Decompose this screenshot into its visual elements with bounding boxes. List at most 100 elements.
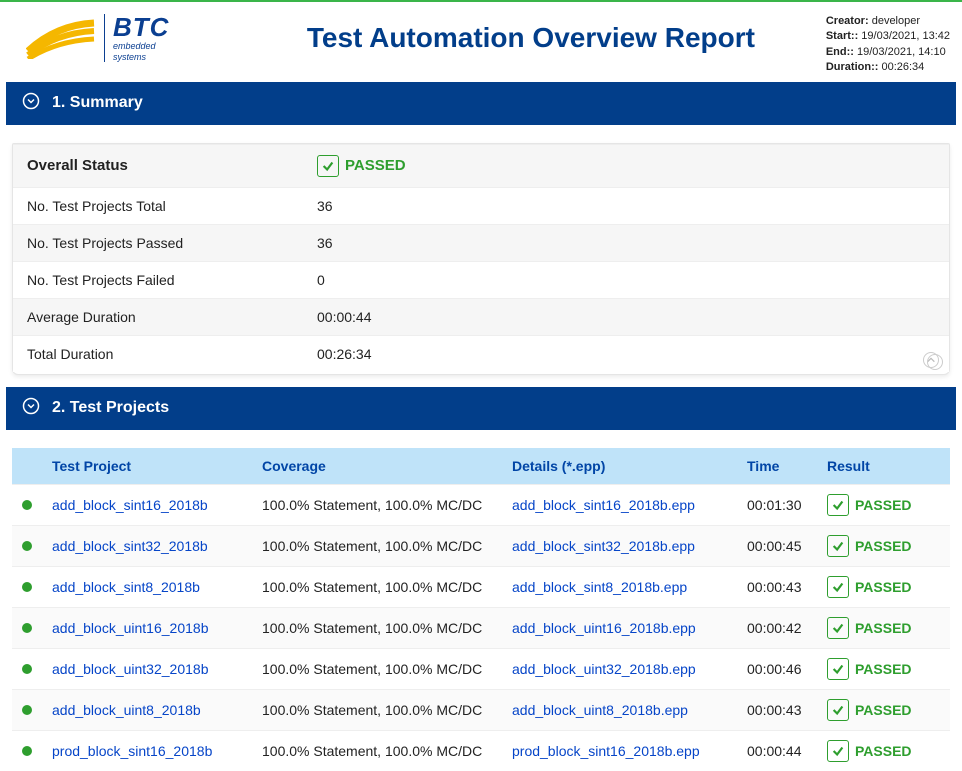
result-badge: PASSED: [827, 699, 912, 721]
result-badge: PASSED: [827, 658, 912, 680]
project-name-link[interactable]: add_block_sint16_2018b: [52, 497, 208, 513]
details-link[interactable]: add_block_uint8_2018b.epp: [512, 702, 688, 718]
col-header-details: Details (*.epp): [512, 458, 747, 474]
coverage-cell: 100.0% Statement, 100.0% MC/DC: [262, 702, 512, 718]
status-dot-icon: [22, 541, 32, 551]
summary-row: Average Duration00:00:44: [13, 298, 949, 335]
logo-swoosh-icon: [26, 17, 96, 59]
summary-label: No. Test Projects Total: [13, 187, 303, 224]
details-link[interactable]: add_block_uint32_2018b.epp: [512, 661, 696, 677]
project-name-link[interactable]: add_block_sint32_2018b: [52, 538, 208, 554]
meta-duration-label: Duration::: [826, 61, 879, 73]
meta-end-value: 19/03/2021, 14:10: [857, 46, 946, 58]
logo-text: BTC embedded systems: [104, 14, 169, 62]
section-header-projects[interactable]: 2. Test Projects: [6, 387, 956, 430]
details-link[interactable]: add_block_uint16_2018b.epp: [512, 620, 696, 636]
time-cell: 00:00:43: [747, 579, 827, 595]
summary-label: Average Duration: [13, 298, 303, 335]
check-icon: [827, 658, 849, 680]
result-badge: PASSED: [827, 740, 912, 762]
summary-value: 0: [303, 261, 949, 298]
projects-table-header: Test Project Coverage Details (*.epp) Ti…: [12, 448, 950, 484]
time-cell: 00:00:45: [747, 538, 827, 554]
summary-label: Total Duration: [13, 335, 303, 372]
table-row: add_block_uint16_2018b 100.0% Statement, …: [12, 607, 950, 648]
status-dot-icon: [22, 705, 32, 715]
project-name-link[interactable]: prod_block_sint16_2018b: [52, 743, 212, 759]
project-name-link[interactable]: add_block_uint8_2018b: [52, 702, 201, 718]
col-header-result: Result: [827, 458, 940, 474]
summary-label: No. Test Projects Passed: [13, 224, 303, 261]
top-bar: BTC embedded systems Test Automation Ove…: [0, 0, 962, 80]
logo-sub1: embedded: [113, 42, 169, 51]
project-name-link[interactable]: add_block_sint8_2018b: [52, 579, 200, 595]
coverage-cell: 100.0% Statement, 100.0% MC/DC: [262, 743, 512, 759]
summary-row: Overall StatusPASSED: [13, 144, 949, 187]
logo-main-text: BTC: [113, 14, 169, 40]
time-cell: 00:00:42: [747, 620, 827, 636]
coverage-cell: 100.0% Statement, 100.0% MC/DC: [262, 497, 512, 513]
check-icon: [827, 535, 849, 557]
table-row: add_block_sint32_2018b100.0% Statement, …: [12, 525, 950, 566]
status-dot-icon: [22, 623, 32, 633]
summary-value: 00:00:44: [303, 298, 949, 335]
logo-sub2: systems: [113, 53, 169, 62]
result-badge: PASSED: [827, 576, 912, 598]
time-cell: 00:00:44: [747, 743, 827, 759]
table-row: add_block_sint16_2018b 100.0% Statement, …: [12, 484, 950, 525]
summary-value: PASSED: [303, 144, 949, 187]
summary-table: Overall StatusPASSEDNo. Test Projects To…: [13, 144, 949, 372]
meta-creator-label: Creator:: [826, 15, 869, 27]
time-cell: 00:01:30: [747, 497, 827, 513]
page-title: Test Automation Overview Report: [236, 10, 826, 54]
coverage-cell: 100.0% Statement, 100.0% MC/DC: [262, 620, 512, 636]
table-row: prod_block_sint16_2018b 100.0% Statement,…: [12, 730, 950, 771]
time-cell: 00:00:43: [747, 702, 827, 718]
details-link[interactable]: prod_block_sint16_2018b.epp: [512, 743, 700, 759]
details-link[interactable]: add_block_sint8_2018b.epp: [512, 579, 687, 595]
summary-row: No. Test Projects Passed36: [13, 224, 949, 261]
meta-end-label: End::: [826, 46, 854, 58]
col-header-coverage: Coverage: [262, 458, 512, 474]
status-dot-icon: [22, 500, 32, 510]
result-badge: PASSED: [827, 494, 912, 516]
summary-row: Total Duration00:26:34: [13, 335, 949, 372]
summary-row: No. Test Projects Failed0: [13, 261, 949, 298]
table-row: add_block_uint8_2018b 100.0% Statement, 1…: [12, 689, 950, 730]
check-icon: [827, 576, 849, 598]
check-icon: [317, 155, 339, 177]
scroll-up-icon[interactable]: [923, 352, 939, 368]
time-cell: 00:00:46: [747, 661, 827, 677]
details-link[interactable]: add_block_sint32_2018b.epp: [512, 538, 695, 554]
check-icon: [827, 617, 849, 639]
status-dot-icon: [22, 664, 32, 674]
section-title: 1. Summary: [52, 94, 143, 112]
report-meta: Creator: developer Start:: 19/03/2021, 1…: [826, 10, 956, 76]
summary-value: 36: [303, 224, 949, 261]
status-dot-icon: [22, 582, 32, 592]
meta-start-label: Start::: [826, 30, 858, 42]
coverage-cell: 100.0% Statement, 100.0% MC/DC: [262, 579, 512, 595]
details-link[interactable]: add_block_sint16_2018b.epp: [512, 497, 695, 513]
result-badge: PASSED: [827, 617, 912, 639]
check-icon: [827, 699, 849, 721]
summary-panel: Overall StatusPASSEDNo. Test Projects To…: [12, 143, 950, 375]
col-header-name: Test Project: [52, 458, 262, 474]
project-name-link[interactable]: add_block_uint32_2018b: [52, 661, 208, 677]
project-name-link[interactable]: add_block_uint16_2018b: [52, 620, 208, 636]
meta-creator-value: developer: [872, 15, 920, 27]
summary-value: 00:26:34: [303, 335, 949, 372]
projects-table: Test Project Coverage Details (*.epp) Ti…: [12, 448, 950, 771]
col-header-time: Time: [747, 458, 827, 474]
result-badge: PASSED: [827, 535, 912, 557]
table-row: add_block_sint8_2018b 100.0% Statement, 1…: [12, 566, 950, 607]
chevron-down-icon: [22, 92, 40, 115]
coverage-cell: 100.0% Statement, 100.0% MC/DC: [262, 661, 512, 677]
summary-label: Overall Status: [13, 144, 303, 187]
logo-block: BTC embedded systems: [6, 10, 236, 62]
meta-duration-value: 00:26:34: [881, 61, 924, 73]
summary-row: No. Test Projects Total36: [13, 187, 949, 224]
check-icon: [827, 494, 849, 516]
summary-value: 36: [303, 187, 949, 224]
section-header-summary[interactable]: 1. Summary: [6, 82, 956, 125]
